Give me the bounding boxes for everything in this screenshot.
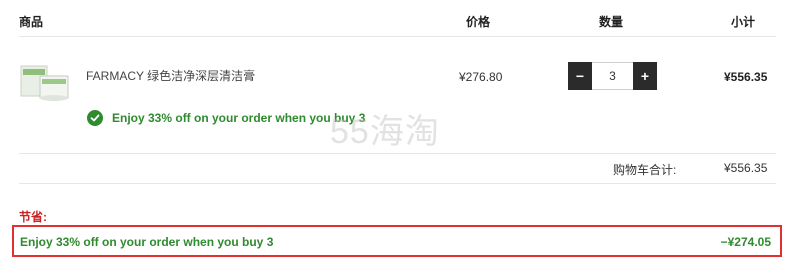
header-product: 商品 (19, 15, 44, 29)
decrement-button[interactable]: − (568, 62, 592, 90)
savings-highlight-box: Enjoy 33% off on your order when you buy… (12, 225, 782, 257)
promo-message: Enjoy 33% off on your order when you buy… (87, 110, 365, 126)
quantity-stepper: − + (568, 62, 657, 90)
check-circle-icon (87, 110, 103, 126)
row-subtotal: ¥556.35 (724, 70, 768, 84)
savings-label: 节省: (19, 210, 47, 224)
unit-price: ¥276.80 (459, 70, 503, 84)
header-subtotal: 小计 (731, 15, 756, 29)
divider (19, 36, 776, 37)
promo-text: Enjoy 33% off on your order when you buy… (112, 111, 366, 125)
savings-description: Enjoy 33% off on your order when you buy… (20, 235, 274, 249)
quantity-input[interactable] (592, 62, 633, 90)
product-name-link[interactable]: FARMACY 绿色洁净深层清洁膏 (86, 67, 255, 84)
header-price: 价格 (466, 15, 491, 29)
divider (19, 153, 776, 154)
product-thumbnail[interactable] (20, 62, 70, 102)
cart-total-value: ¥556.35 (724, 161, 768, 175)
divider (19, 183, 776, 184)
increment-button[interactable]: + (633, 62, 657, 90)
savings-amount: −¥274.05 (720, 235, 771, 249)
cart-total-label: 购物车合计: (613, 163, 677, 177)
watermark: 55海淘 (330, 113, 440, 151)
header-quantity: 数量 (599, 15, 624, 29)
